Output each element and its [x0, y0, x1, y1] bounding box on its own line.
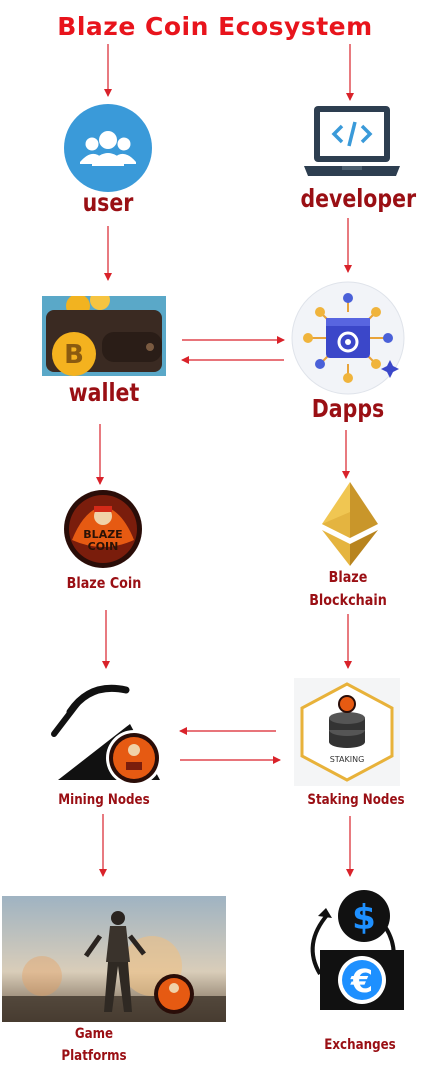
mining-nodes-label: Mining Nodes	[58, 792, 150, 808]
game-platforms-label-line2: Platforms	[61, 1048, 127, 1064]
laptop-code-icon	[302, 104, 402, 184]
game-platforms-label-line1: Game	[74, 1026, 114, 1042]
dapp-chip-icon	[290, 280, 406, 396]
pickaxe-mining-icon	[40, 672, 164, 790]
svg-text:STAKING: STAKING	[330, 755, 365, 764]
staking-nodes-label: Staking Nodes	[307, 792, 405, 808]
svg-text:€: €	[350, 962, 373, 1000]
developer-label: developer	[300, 184, 417, 213]
wallet-label: wallet	[68, 378, 140, 407]
svg-text:COIN: COIN	[88, 540, 119, 553]
user-label: user	[82, 188, 134, 217]
ethereum-diamond-icon	[322, 482, 378, 566]
dapps-label: Dapps	[311, 394, 385, 423]
svg-text:$: $	[352, 898, 376, 938]
bitcoin-wallet-icon: B	[42, 290, 166, 376]
currency-exchange-icon: $ €	[298, 888, 408, 1012]
svg-text:B: B	[64, 340, 84, 370]
blaze-blockchain-label-line2: Blockchain	[309, 591, 387, 609]
blaze-coin-logo: BLAZE COIN	[64, 490, 142, 568]
blaze-blockchain-label-line1: Blaze	[328, 568, 368, 586]
blaze-coin-label: Blaze Coin	[66, 574, 142, 592]
soldier-game-image	[2, 896, 226, 1022]
exchanges-label: Exchanges	[324, 1037, 396, 1053]
staking-stack-icon: STAKING	[294, 678, 400, 786]
users-group-icon	[64, 104, 152, 192]
